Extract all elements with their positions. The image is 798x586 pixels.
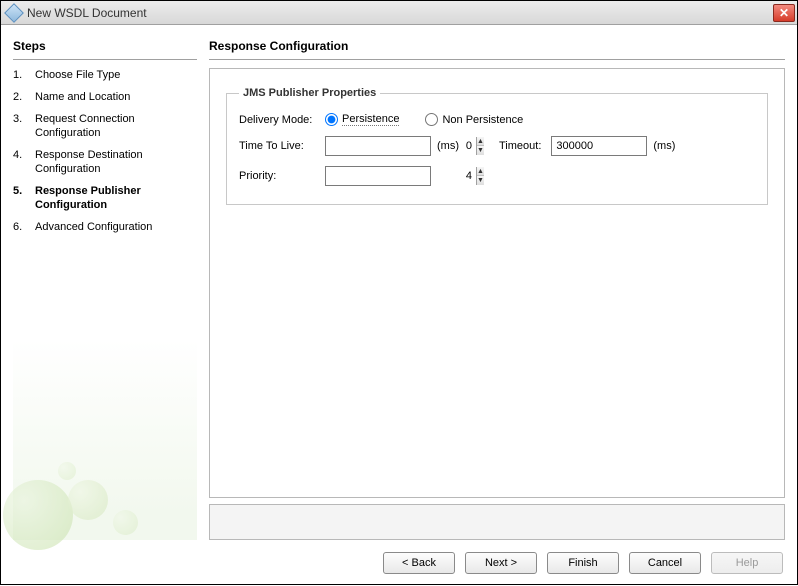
page-title: Response Configuration: [209, 39, 785, 60]
titlebar: New WSDL Document ✕: [1, 1, 797, 25]
ttl-down-icon[interactable]: ▼: [477, 146, 484, 155]
group-legend: JMS Publisher Properties: [239, 87, 380, 99]
priority-spinner[interactable]: ▲ ▼: [325, 166, 431, 186]
priority-up-icon[interactable]: ▲: [477, 167, 484, 176]
ttl-unit: (ms): [437, 140, 459, 152]
ttl-spinner[interactable]: ▲ ▼: [325, 136, 431, 156]
priority-down-icon[interactable]: ▼: [477, 176, 484, 185]
timeout-unit: (ms): [653, 140, 675, 152]
steps-heading: Steps: [13, 39, 197, 60]
message-area: [209, 504, 785, 540]
steps-list: 1. Choose File Type 2. Name and Location…: [13, 68, 197, 242]
cancel-button[interactable]: Cancel: [629, 552, 701, 574]
delivery-mode-label: Delivery Mode:: [239, 114, 325, 126]
ttl-label: Time To Live:: [239, 140, 325, 152]
timeout-label: Timeout:: [499, 140, 541, 152]
steps-sidebar: Steps 1. Choose File Type 2. Name and Lo…: [13, 39, 197, 540]
finish-button[interactable]: Finish: [547, 552, 619, 574]
back-button[interactable]: < Back: [383, 552, 455, 574]
step-3: 3. Request Connection Configuration: [13, 112, 197, 140]
app-icon: [4, 3, 24, 23]
timeout-input[interactable]: [551, 136, 647, 156]
ttl-up-icon[interactable]: ▲: [477, 137, 484, 146]
main-panel: JMS Publisher Properties Delivery Mode: …: [209, 68, 785, 498]
priority-label: Priority:: [239, 170, 325, 182]
radio-persistence[interactable]: Persistence: [325, 113, 399, 126]
next-button[interactable]: Next >: [465, 552, 537, 574]
wizard-buttons: < Back Next > Finish Cancel Help: [13, 540, 785, 578]
priority-input[interactable]: [326, 167, 476, 185]
step-6: 6. Advanced Configuration: [13, 220, 197, 234]
step-5: 5. Response Publisher Configuration: [13, 184, 197, 212]
close-icon[interactable]: ✕: [773, 4, 795, 22]
radio-persistence-input[interactable]: [325, 113, 338, 126]
step-4: 4. Response Destination Configuration: [13, 148, 197, 176]
radio-non-persistence[interactable]: Non Persistence: [425, 113, 523, 126]
step-2: 2. Name and Location: [13, 90, 197, 104]
window-title: New WSDL Document: [27, 6, 773, 20]
help-button[interactable]: Help: [711, 552, 783, 574]
jms-properties-group: JMS Publisher Properties Delivery Mode: …: [226, 87, 768, 205]
radio-non-persistence-input[interactable]: [425, 113, 438, 126]
step-1: 1. Choose File Type: [13, 68, 197, 82]
